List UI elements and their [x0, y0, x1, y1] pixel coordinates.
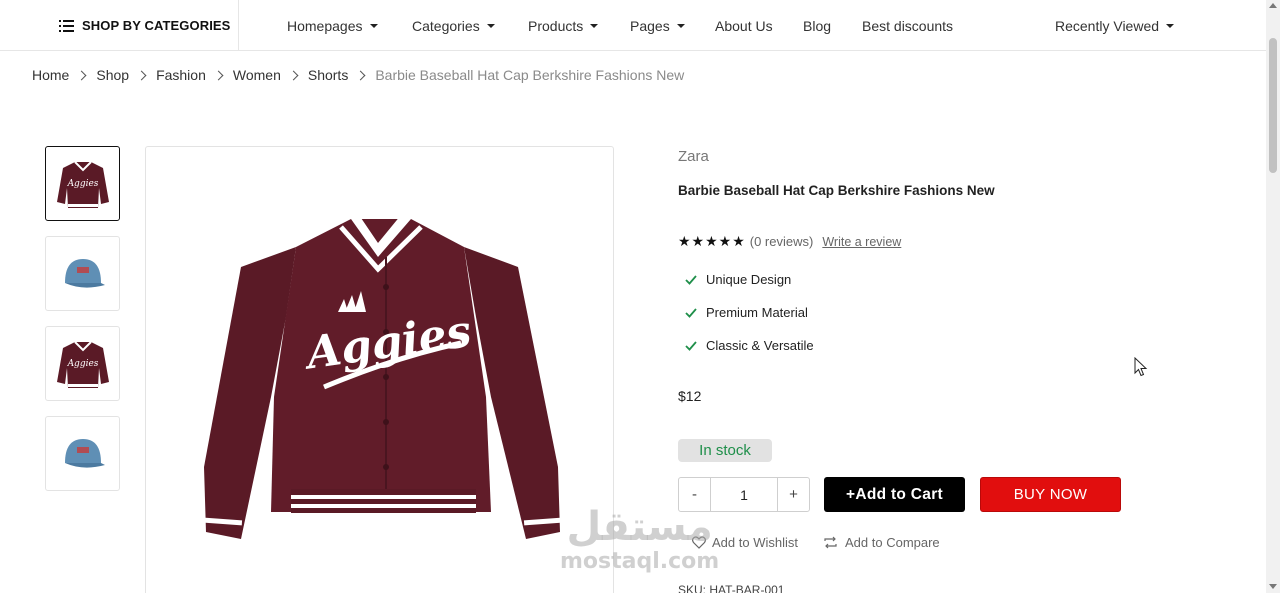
chevron-right-icon [288, 70, 299, 80]
vertical-scrollbar[interactable] [1266, 0, 1280, 593]
chevron-right-icon [355, 70, 366, 80]
feature-label: Classic & Versatile [706, 338, 814, 353]
scrollbar-thumb[interactable] [1269, 38, 1277, 173]
nav-item-products[interactable]: Products [528, 0, 599, 51]
quantity-stepper: - 1 + [678, 477, 810, 512]
breadcrumb-women[interactable]: Women [233, 67, 281, 83]
increase-quantity-button[interactable]: + [777, 478, 809, 511]
nav-item-blog[interactable]: Blog [803, 0, 831, 51]
add-to-wishlist-link[interactable]: Add to Wishlist [692, 535, 798, 550]
nav-item-best-discounts[interactable]: Best discounts [862, 0, 953, 51]
write-review-link[interactable]: Write a review [822, 235, 901, 249]
nav-item-label: About Us [715, 17, 773, 34]
heart-icon [692, 536, 706, 549]
breadcrumb-current: Barbie Baseball Hat Cap Berkshire Fashio… [375, 67, 685, 83]
product-rating: ★★★★★ (0 reviews) Write a review [678, 233, 901, 250]
add-to-cart-button[interactable]: +Add to Cart [824, 477, 965, 512]
breadcrumb-fashion[interactable]: Fashion [156, 67, 206, 83]
feature-item: Classic & Versatile [684, 338, 814, 353]
jacket-lettering: Aggies [66, 359, 98, 369]
jacket-main-image: Aggies [203, 215, 563, 539]
add-to-compare-link[interactable]: Add to Compare [823, 535, 940, 550]
product-title: Barbie Baseball Hat Cap Berkshire Fashio… [678, 183, 995, 198]
wishlist-label: Add to Wishlist [712, 535, 798, 550]
cap-thumbnail-image [64, 438, 105, 468]
nav-item-label: Homepages [287, 17, 363, 34]
check-icon [685, 340, 697, 351]
nav-item-label: Pages [630, 17, 670, 34]
main-product-image[interactable]: Aggies [145, 146, 614, 593]
chevron-right-icon [213, 70, 224, 80]
product-brand[interactable]: Zara [678, 148, 709, 165]
review-count: (0 reviews) [749, 234, 814, 249]
product-sku: SKU: HAT-BAR-001 [678, 583, 785, 593]
check-icon [685, 307, 697, 318]
caret-down-icon [369, 23, 378, 28]
feature-item: Premium Material [684, 305, 808, 320]
nav-item-pages[interactable]: Pages [630, 0, 685, 51]
mouse-cursor-icon [1134, 357, 1148, 377]
compare-icon [824, 536, 837, 549]
breadcrumb-shorts[interactable]: Shorts [308, 67, 348, 83]
feature-item: Unique Design [684, 272, 791, 287]
shop-by-categories-label: SHOP BY CATEGORIES [82, 18, 231, 33]
breadcrumb: Home Shop Fashion Women Shorts Barbie Ba… [32, 67, 684, 83]
check-icon [685, 274, 697, 285]
scroll-down-arrow-icon[interactable] [1269, 584, 1277, 589]
thumbnail-jacket-alt[interactable]: Aggies [45, 326, 120, 401]
buy-now-button[interactable]: BUY NOW [980, 477, 1121, 512]
shop-by-categories-button[interactable]: SHOP BY CATEGORIES [0, 0, 239, 51]
nav-item-about-us[interactable]: About Us [715, 0, 773, 51]
chevron-right-icon [76, 70, 87, 80]
nav-item-label: Categories [412, 17, 480, 34]
thumbnail-jacket[interactable]: Aggies [45, 146, 120, 221]
nav-item-homepages[interactable]: Homepages [287, 0, 378, 51]
nav-item-label: Best discounts [862, 17, 954, 34]
recently-viewed-dropdown[interactable]: Recently Viewed [1055, 0, 1175, 51]
caret-down-icon [486, 23, 495, 28]
thumbnail-cap[interactable] [45, 236, 120, 311]
thumbnail-cap-alt[interactable] [45, 416, 120, 491]
menu-icon [59, 19, 74, 32]
scroll-up-arrow-icon[interactable] [1269, 3, 1277, 8]
caret-down-icon [1166, 23, 1175, 28]
jacket-thumbnail-image: Aggies [56, 160, 109, 208]
jacket-thumbnail-image: Aggies [56, 340, 109, 388]
quantity-input[interactable]: 1 [711, 478, 777, 511]
nav-item-label: Products [528, 17, 584, 34]
top-navigation: SHOP BY CATEGORIES Homepages Categories … [0, 0, 1266, 51]
product-price: $12 [678, 388, 702, 404]
caret-down-icon [676, 23, 685, 28]
nav-item-label: Blog [803, 17, 832, 34]
feature-label: Unique Design [706, 272, 792, 287]
decrease-quantity-button[interactable]: - [679, 478, 711, 511]
breadcrumb-home[interactable]: Home [32, 67, 69, 83]
compare-label: Add to Compare [845, 535, 940, 550]
breadcrumb-shop[interactable]: Shop [96, 67, 129, 83]
jacket-lettering: Aggies [66, 179, 98, 189]
star-rating-icon: ★★★★★ [678, 233, 746, 249]
cap-thumbnail-image [64, 258, 105, 288]
feature-label: Premium Material [706, 305, 808, 320]
nav-item-categories[interactable]: Categories [412, 0, 495, 51]
chevron-right-icon [136, 70, 147, 80]
stock-badge: In stock [678, 439, 772, 462]
caret-down-icon [590, 23, 599, 28]
recently-viewed-label: Recently Viewed [1055, 17, 1160, 34]
